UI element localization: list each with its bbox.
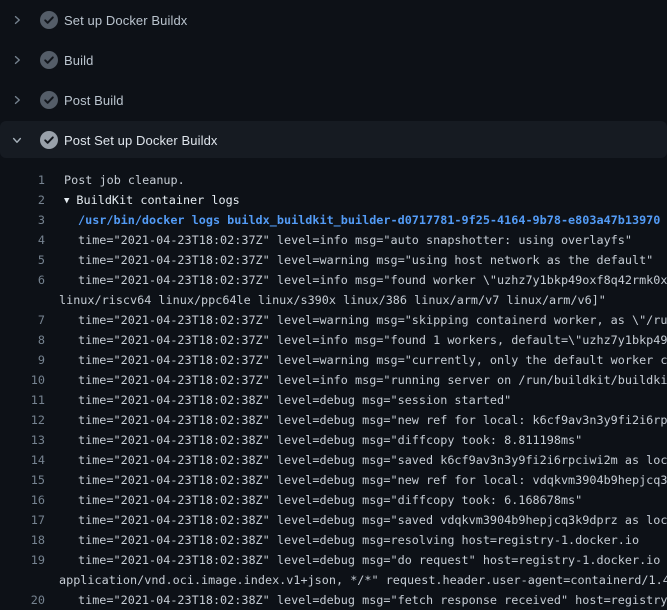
log-viewer: 1Post job cleanup.2▼BuildKit container l… xyxy=(0,160,667,610)
log-line: 4time="2021-04-23T18:02:37Z" level=info … xyxy=(0,230,667,250)
log-text: time="2021-04-23T18:02:37Z" level=info m… xyxy=(45,330,667,350)
log-line: 2▼BuildKit container logs xyxy=(0,190,667,210)
log-text: time="2021-04-23T18:02:38Z" level=debug … xyxy=(45,530,639,550)
log-line-number[interactable]: 17 xyxy=(0,510,45,530)
log-line: 18time="2021-04-23T18:02:38Z" level=debu… xyxy=(0,530,667,550)
log-line: 7time="2021-04-23T18:02:37Z" level=warni… xyxy=(0,310,667,330)
steps-list: Set up Docker Buildx Build Post Build Po… xyxy=(0,0,667,160)
log-line-number[interactable]: 10 xyxy=(0,370,45,390)
check-circle-icon xyxy=(40,51,58,69)
log-line-wrap: application/vnd.oci.image.index.v1+json,… xyxy=(0,570,667,590)
log-line-number xyxy=(0,570,45,590)
check-circle-icon xyxy=(40,11,58,29)
log-line-number[interactable]: 15 xyxy=(0,470,45,490)
check-circle-icon xyxy=(40,91,58,109)
log-line: 9time="2021-04-23T18:02:37Z" level=warni… xyxy=(0,350,667,370)
log-line: 19time="2021-04-23T18:02:38Z" level=debu… xyxy=(0,550,667,570)
log-line-number[interactable]: 9 xyxy=(0,350,45,370)
log-line-number[interactable]: 2 xyxy=(0,190,45,210)
log-line-number[interactable]: 18 xyxy=(0,530,45,550)
log-line: 6time="2021-04-23T18:02:37Z" level=info … xyxy=(0,270,667,290)
log-text: time="2021-04-23T18:02:38Z" level=debug … xyxy=(45,410,667,430)
log-line: 16time="2021-04-23T18:02:38Z" level=debu… xyxy=(0,490,667,510)
chevron-right-icon xyxy=(10,13,24,27)
log-group-label: BuildKit container logs xyxy=(76,193,239,207)
log-line: 15time="2021-04-23T18:02:38Z" level=debu… xyxy=(0,470,667,490)
log-text: time="2021-04-23T18:02:38Z" level=debug … xyxy=(45,470,667,490)
log-line: 17time="2021-04-23T18:02:38Z" level=debu… xyxy=(0,510,667,530)
log-line: 8time="2021-04-23T18:02:37Z" level=info … xyxy=(0,330,667,350)
chevron-right-icon xyxy=(10,53,24,67)
log-text: time="2021-04-23T18:02:38Z" level=debug … xyxy=(45,550,667,570)
log-line-number[interactable]: 6 xyxy=(0,270,45,290)
log-line: 14time="2021-04-23T18:02:38Z" level=debu… xyxy=(0,450,667,470)
log-text: time="2021-04-23T18:02:38Z" level=debug … xyxy=(45,490,582,510)
log-line-number[interactable]: 19 xyxy=(0,550,45,570)
log-text: time="2021-04-23T18:02:38Z" level=debug … xyxy=(45,430,582,450)
log-line: 11time="2021-04-23T18:02:38Z" level=debu… xyxy=(0,390,667,410)
step-title: Set up Docker Buildx xyxy=(64,13,187,28)
log-line: 1Post job cleanup. xyxy=(0,170,667,190)
log-command-text: /usr/bin/docker logs buildx_buildkit_bui… xyxy=(45,210,660,230)
step-set-up-docker-buildx[interactable]: Set up Docker Buildx xyxy=(0,0,667,40)
log-line-number[interactable]: 1 xyxy=(0,170,45,190)
log-line-number[interactable]: 7 xyxy=(0,310,45,330)
log-text: time="2021-04-23T18:02:37Z" level=warnin… xyxy=(45,350,667,370)
log-line-number[interactable]: 5 xyxy=(0,250,45,270)
log-text: time="2021-04-23T18:02:37Z" level=warnin… xyxy=(45,310,667,330)
log-text: time="2021-04-23T18:02:37Z" level=info m… xyxy=(45,270,667,290)
step-title: Post Set up Docker Buildx xyxy=(64,133,218,148)
log-line: 3/usr/bin/docker logs buildx_buildkit_bu… xyxy=(0,210,667,230)
log-line-number[interactable]: 12 xyxy=(0,410,45,430)
log-text: time="2021-04-23T18:02:38Z" level=debug … xyxy=(45,450,667,470)
log-line-number[interactable]: 13 xyxy=(0,430,45,450)
log-line-number[interactable]: 4 xyxy=(0,230,45,250)
step-post-set-up-docker-buildx[interactable]: Post Set up Docker Buildx xyxy=(0,120,667,160)
log-line-number[interactable]: 3 xyxy=(0,210,45,230)
log-line: 13time="2021-04-23T18:02:38Z" level=debu… xyxy=(0,430,667,450)
log-text: time="2021-04-23T18:02:37Z" level=info m… xyxy=(45,230,632,250)
log-line: 10time="2021-04-23T18:02:37Z" level=info… xyxy=(0,370,667,390)
log-group-toggle[interactable]: ▼BuildKit container logs xyxy=(45,190,240,210)
collapse-triangle-icon: ▼ xyxy=(64,191,76,211)
log-line: 20time="2021-04-23T18:02:38Z" level=debu… xyxy=(0,590,667,610)
log-text: Post job cleanup. xyxy=(45,170,185,190)
log-line: 5time="2021-04-23T18:02:37Z" level=warni… xyxy=(0,250,667,270)
log-line-number xyxy=(0,290,45,310)
log-text: time="2021-04-23T18:02:37Z" level=info m… xyxy=(45,370,667,390)
step-title: Post Build xyxy=(64,93,124,108)
log-text: time="2021-04-23T18:02:38Z" level=debug … xyxy=(45,590,667,610)
log-line-number[interactable]: 16 xyxy=(0,490,45,510)
chevron-down-icon xyxy=(10,133,24,147)
log-line-wrap: linux/riscv64 linux/ppc64le linux/s390x … xyxy=(0,290,667,310)
step-post-build[interactable]: Post Build xyxy=(0,80,667,120)
step-build[interactable]: Build xyxy=(0,40,667,80)
log-line-number[interactable]: 20 xyxy=(0,590,45,610)
log-text: time="2021-04-23T18:02:38Z" level=debug … xyxy=(45,510,667,530)
log-line: 12time="2021-04-23T18:02:38Z" level=debu… xyxy=(0,410,667,430)
log-line-number[interactable]: 14 xyxy=(0,450,45,470)
check-circle-icon xyxy=(40,131,58,149)
step-title: Build xyxy=(64,53,93,68)
log-line-number[interactable]: 8 xyxy=(0,330,45,350)
log-line-number[interactable]: 11 xyxy=(0,390,45,410)
log-text: linux/riscv64 linux/ppc64le linux/s390x … xyxy=(45,290,606,310)
log-text: time="2021-04-23T18:02:38Z" level=debug … xyxy=(45,390,511,410)
log-text: application/vnd.oci.image.index.v1+json,… xyxy=(45,570,667,590)
log-text: time="2021-04-23T18:02:37Z" level=warnin… xyxy=(45,250,653,270)
chevron-right-icon xyxy=(10,93,24,107)
